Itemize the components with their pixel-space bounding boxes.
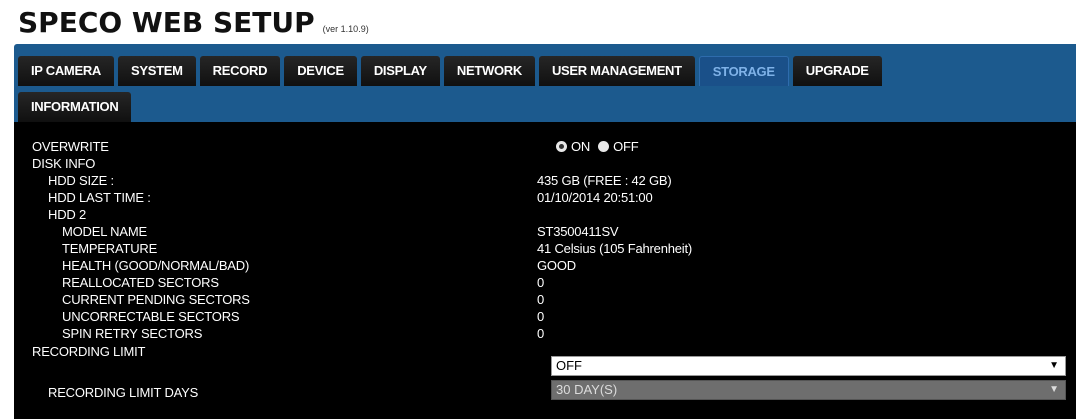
tab-ip-camera[interactable]: IP CAMERA — [18, 56, 115, 86]
tab-information[interactable]: INFORMATION — [18, 92, 132, 122]
hdd-last-time-value: 01/10/2014 20:51:00 — [537, 190, 653, 205]
storage-panel: OVERWRITE ON OFF DISK INFO HDD SIZE : 43… — [14, 122, 1076, 419]
hdd-size-value: 435 GB (FREE : 42 GB) — [537, 173, 672, 188]
hdd2-heading: HDD 2 — [48, 207, 87, 222]
spin-retry-sectors-value: 0 — [537, 326, 545, 341]
tab-user-management[interactable]: USER MANAGEMENT — [538, 56, 695, 86]
reallocated-sectors-label: REALLOCATED SECTORS — [62, 275, 219, 290]
recording-limit-select[interactable]: OFF ▼ — [551, 356, 1066, 376]
tab-upgrade[interactable]: UPGRADE — [792, 56, 882, 86]
tab-display[interactable]: DISPLAY — [360, 56, 440, 86]
tab-row-main: IP CAMERA SYSTEM RECORD DEVICE DISPLAY N… — [18, 56, 882, 86]
tab-record[interactable]: RECORD — [199, 56, 281, 86]
hdd-size-label: HDD SIZE : — [48, 173, 114, 188]
recording-limit-label: RECORDING LIMIT — [32, 344, 146, 359]
disk-info-heading: DISK INFO — [32, 156, 96, 171]
temperature-value: 41 Celsius (105 Fahrenheit) — [537, 241, 693, 256]
recording-limit-days-label: RECORDING LIMIT DAYS — [48, 385, 199, 400]
reallocated-sectors-value: 0 — [537, 275, 545, 290]
health-value: GOOD — [537, 258, 576, 273]
tab-storage[interactable]: STORAGE — [698, 56, 789, 86]
overwrite-on-radio[interactable] — [556, 141, 567, 152]
spin-retry-sectors-label: SPIN RETRY SECTORS — [62, 326, 203, 341]
chevron-down-icon: ▼ — [1049, 384, 1059, 395]
overwrite-radio-group: ON OFF — [556, 139, 643, 154]
uncorrectable-sectors-value: 0 — [537, 309, 545, 324]
tab-row-sub: INFORMATION — [18, 92, 132, 122]
temperature-label: TEMPERATURE — [62, 241, 158, 256]
page-header: SPECO WEB SETUP (ver 1.10.9) — [18, 6, 369, 44]
tab-system[interactable]: SYSTEM — [118, 56, 196, 86]
overwrite-off-radio[interactable] — [598, 141, 610, 152]
overwrite-off-label: OFF — [613, 139, 639, 154]
uncorrectable-sectors-label: UNCORRECTABLE SECTORS — [62, 309, 240, 324]
tab-bar: IP CAMERA SYSTEM RECORD DEVICE DISPLAY N… — [14, 44, 1076, 122]
hdd-last-time-label: HDD LAST TIME : — [48, 190, 151, 205]
overwrite-on-label: ON — [571, 139, 591, 154]
overwrite-label: OVERWRITE — [32, 139, 109, 154]
model-name-value: ST3500411SV — [537, 224, 619, 239]
app-version: (ver 1.10.9) — [322, 24, 369, 34]
recording-limit-days-select[interactable]: 30 DAY(S) ▼ — [551, 380, 1066, 400]
app-title: SPECO WEB SETUP — [18, 6, 315, 39]
pending-sectors-value: 0 — [537, 292, 545, 307]
recording-limit-selected: OFF — [556, 358, 582, 373]
pending-sectors-label: CURRENT PENDING SECTORS — [62, 292, 250, 307]
model-name-label: MODEL NAME — [62, 224, 147, 239]
recording-limit-days-selected: 30 DAY(S) — [556, 382, 618, 397]
tab-network[interactable]: NETWORK — [443, 56, 535, 86]
health-label: HEALTH (GOOD/NORMAL/BAD) — [62, 258, 250, 273]
chevron-down-icon: ▼ — [1049, 360, 1059, 371]
tab-device[interactable]: DEVICE — [284, 56, 357, 86]
